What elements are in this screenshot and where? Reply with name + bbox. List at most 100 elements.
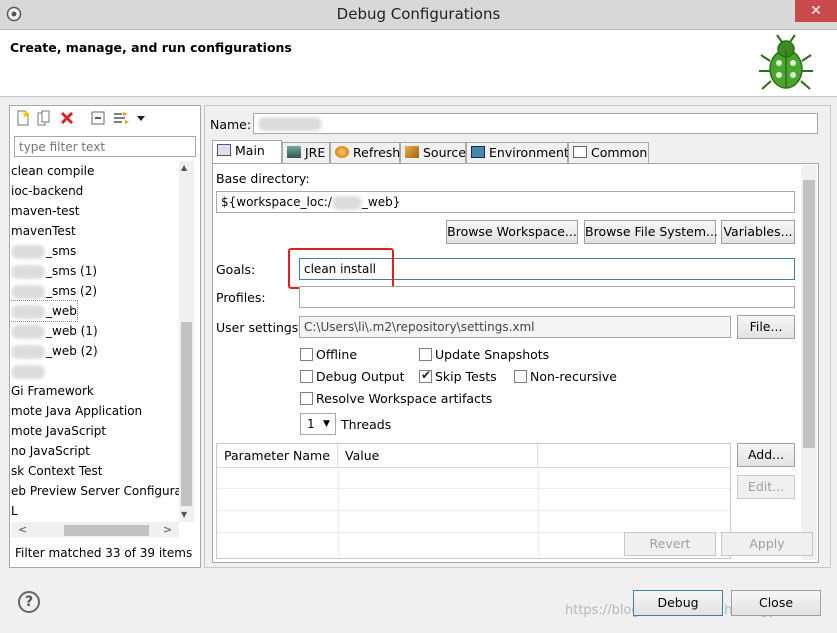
list-item-label: _web xyxy=(46,304,77,318)
apply-button[interactable]: Apply xyxy=(721,532,813,556)
tab-refresh-label: Refresh xyxy=(353,145,401,160)
config-list: clean compile ioc-backend maven-test mavenT… xyxy=(11,161,179,522)
list-item[interactable]: eb Preview Server Configurat xyxy=(11,481,179,501)
main-tab-icon xyxy=(217,144,231,156)
list-item-label: eb Preview Server Configurat xyxy=(11,484,179,498)
tab-environment-label: Environment xyxy=(489,145,569,160)
list-item-label: mote JavaScript xyxy=(11,424,107,438)
threads-label: Threads xyxy=(341,417,392,432)
collapse-all-icon[interactable] xyxy=(90,110,106,126)
list-item[interactable]: maven-test xyxy=(11,201,80,221)
column-value[interactable]: Value xyxy=(338,444,538,468)
name-input[interactable] xyxy=(253,113,818,134)
list-vertical-scroll-thumb[interactable] xyxy=(181,322,192,506)
tab-environment[interactable]: Environment xyxy=(466,142,569,163)
new-config-icon[interactable] xyxy=(15,110,31,126)
tab-source[interactable]: Source xyxy=(400,142,466,163)
list-item-label: _sms (2) xyxy=(46,284,98,298)
add-button[interactable]: Add... xyxy=(737,443,795,467)
list-item[interactable]: _sms (2) xyxy=(11,281,97,301)
list-item[interactable]: _sms (1) xyxy=(11,261,97,281)
update-snapshots-label: Update Snapshots xyxy=(435,347,550,362)
base-directory-suffix: _web} xyxy=(361,195,401,209)
variables-button[interactable]: Variables... xyxy=(721,220,795,244)
threads-value: 1 xyxy=(307,417,315,431)
offline-label: Offline xyxy=(316,347,358,362)
user-settings-input[interactable]: C:\Users\li\.m2\repository\settings.xml xyxy=(299,316,731,338)
list-item[interactable]: _sms xyxy=(11,241,76,261)
dropdown-arrow-icon[interactable] xyxy=(136,110,146,126)
window-close-button[interactable]: ✕ xyxy=(795,0,837,22)
source-icon xyxy=(405,146,419,158)
tab-jre-label: JRE xyxy=(305,145,326,160)
resolve-workspace-checkbox[interactable] xyxy=(300,392,313,405)
list-item[interactable] xyxy=(11,361,46,381)
help-icon[interactable]: ? xyxy=(18,591,40,613)
column-parameter-name[interactable]: Parameter Name xyxy=(217,444,338,468)
filter-icon[interactable] xyxy=(113,110,129,126)
list-item-label: sk Context Test xyxy=(11,464,103,478)
list-item[interactable]: no JavaScript xyxy=(11,441,90,461)
threads-select[interactable]: 1 ▼ xyxy=(300,413,336,435)
browse-workspace-button[interactable]: Browse Workspace... xyxy=(446,220,578,244)
resolve-workspace-label: Resolve Workspace artifacts xyxy=(316,391,493,406)
list-item[interactable]: Gi Framework xyxy=(11,381,94,401)
tab-common[interactable]: Common xyxy=(568,142,649,163)
redacted-text xyxy=(11,284,45,299)
list-item[interactable]: _web (1) xyxy=(11,321,98,341)
tab-main[interactable]: Main xyxy=(212,140,282,164)
browse-file-system-button[interactable]: Browse File System... xyxy=(584,220,718,244)
tab-refresh[interactable]: Refresh xyxy=(330,142,400,163)
list-item[interactable]: L xyxy=(11,501,18,521)
duplicate-icon[interactable] xyxy=(36,110,52,126)
update-snapshots-checkbox[interactable] xyxy=(419,348,432,361)
revert-button[interactable]: Revert xyxy=(624,532,716,556)
list-item-label: ioc-backend xyxy=(11,184,84,198)
scroll-down-arrow[interactable]: ▼ xyxy=(181,510,187,519)
list-item-label: no JavaScript xyxy=(11,444,90,458)
tab-common-label: Common xyxy=(591,145,648,160)
redacted-text xyxy=(11,344,45,359)
debug-output-checkbox[interactable] xyxy=(300,370,313,383)
filter-input[interactable] xyxy=(14,136,196,157)
scroll-right-arrow[interactable]: > xyxy=(163,523,172,536)
common-icon xyxy=(573,146,587,158)
base-directory-label: Base directory: xyxy=(216,171,310,186)
redacted-text xyxy=(11,304,45,319)
list-item[interactable]: _web xyxy=(11,300,78,322)
close-button[interactable]: Close xyxy=(731,590,821,616)
delete-icon[interactable] xyxy=(59,110,75,126)
debug-button[interactable]: Debug xyxy=(633,590,723,616)
list-item[interactable]: mavenTest xyxy=(11,221,76,241)
base-directory-input[interactable]: ${workspace_loc:/ _web} xyxy=(216,191,795,213)
filter-status: Filter matched 33 of 39 items xyxy=(15,546,193,560)
list-item-label: _sms xyxy=(46,244,77,258)
skip-tests-checkbox[interactable]: ✔ xyxy=(419,368,432,383)
list-item[interactable]: sk Context Test xyxy=(11,461,102,481)
checkmark-icon: ✔ xyxy=(421,368,432,382)
scroll-left-arrow[interactable]: < xyxy=(18,523,27,536)
tab-vertical-scroll-thumb[interactable] xyxy=(803,180,815,448)
list-item-label: Gi Framework xyxy=(11,384,94,398)
redacted-text xyxy=(11,324,45,339)
tab-jre[interactable]: JRE xyxy=(282,142,330,163)
non-recursive-label: Non-recursive xyxy=(530,369,617,384)
list-item[interactable]: mote JavaScript xyxy=(11,421,106,441)
list-item[interactable]: mote Java Application xyxy=(11,401,142,421)
list-item-label: mote Java Application xyxy=(11,404,143,418)
list-horizontal-scroll-thumb[interactable] xyxy=(64,525,149,536)
redacted-project xyxy=(331,195,362,210)
banner-heading: Create, manage, and run configurations xyxy=(10,40,292,55)
file-button[interactable]: File... xyxy=(737,315,795,339)
list-item[interactable]: clean compile xyxy=(11,161,94,181)
non-recursive-checkbox[interactable] xyxy=(514,370,527,383)
profiles-input[interactable] xyxy=(299,286,795,308)
list-item[interactable]: _web (2) xyxy=(11,341,98,361)
base-directory-prefix: ${workspace_loc:/ xyxy=(221,195,332,209)
edit-button[interactable]: Edit... xyxy=(737,475,795,499)
offline-checkbox[interactable] xyxy=(300,348,313,361)
scroll-up-arrow[interactable]: ▲ xyxy=(181,163,187,172)
list-item-label: L xyxy=(11,504,18,518)
list-item[interactable]: ioc-backend xyxy=(11,181,83,201)
goals-label: Goals: xyxy=(216,262,256,277)
